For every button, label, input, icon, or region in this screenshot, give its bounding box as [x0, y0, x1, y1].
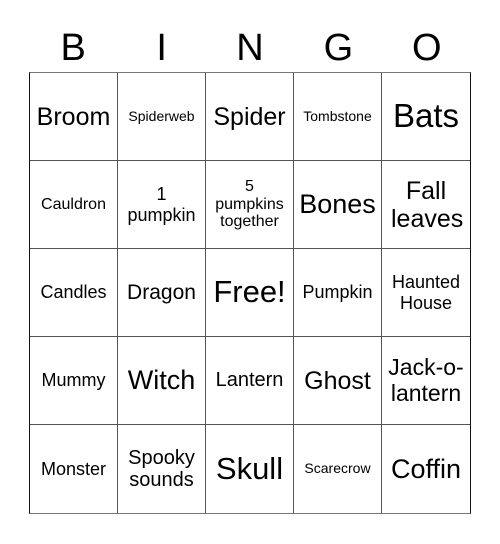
bingo-cell[interactable]: 1 pumpkin — [118, 161, 206, 249]
bingo-cell[interactable]: Witch — [118, 337, 206, 425]
bingo-header: B I N G O — [29, 24, 471, 72]
bingo-cell[interactable]: Monster — [30, 425, 118, 513]
bingo-cell[interactable]: Coffin — [382, 425, 470, 513]
bingo-cell[interactable]: Broom — [30, 73, 118, 161]
bingo-cell[interactable]: Spider — [206, 73, 294, 161]
cell-text: Spooky sounds — [128, 446, 195, 491]
bingo-cell[interactable]: 5 pumpkins together — [206, 161, 294, 249]
bingo-cell[interactable]: Pumpkin — [294, 249, 382, 337]
cell-text: 5 pumpkins together — [215, 177, 284, 231]
cell-text: 1 pumpkin — [127, 184, 196, 225]
bingo-cell[interactable]: Candles — [30, 249, 118, 337]
bingo-cell[interactable]: Scarecrow — [294, 425, 382, 513]
header-letter-o: O — [412, 27, 442, 69]
header-letter-g: G — [323, 27, 354, 69]
bingo-cell[interactable]: Bones — [294, 161, 382, 249]
bingo-cell[interactable]: Fall leaves — [382, 161, 470, 249]
bingo-cell[interactable]: Bats — [382, 73, 470, 161]
cell-text: Haunted House — [391, 272, 461, 313]
header-letter-b: B — [60, 27, 86, 69]
bingo-cell[interactable]: Lantern — [206, 337, 294, 425]
bingo-cell[interactable]: Skull — [206, 425, 294, 513]
bingo-cell[interactable]: Tombstone — [294, 73, 382, 161]
bingo-cell[interactable]: Spiderweb — [118, 73, 206, 161]
bingo-cell[interactable]: Spooky sounds — [118, 425, 206, 513]
bingo-cell[interactable]: Mummy — [30, 337, 118, 425]
bingo-cell[interactable]: Ghost — [294, 337, 382, 425]
cell-text: Jack-o-lantern — [388, 353, 464, 406]
bingo-cell[interactable]: Cauldron — [30, 161, 118, 249]
bingo-grid: Broom Spiderweb Spider Tombstone Bats Ca… — [29, 72, 471, 514]
cell-text: Fall leaves — [391, 176, 464, 233]
bingo-cell[interactable]: Dragon — [118, 249, 206, 337]
bingo-cell free-space[interactable]: Free! — [206, 249, 294, 337]
header-letter-i: I — [156, 27, 167, 69]
bingo-cell[interactable]: Haunted House — [382, 249, 470, 337]
header-letter-n: N — [236, 27, 264, 69]
bingo-cell[interactable]: Jack-o-lantern — [382, 337, 470, 425]
